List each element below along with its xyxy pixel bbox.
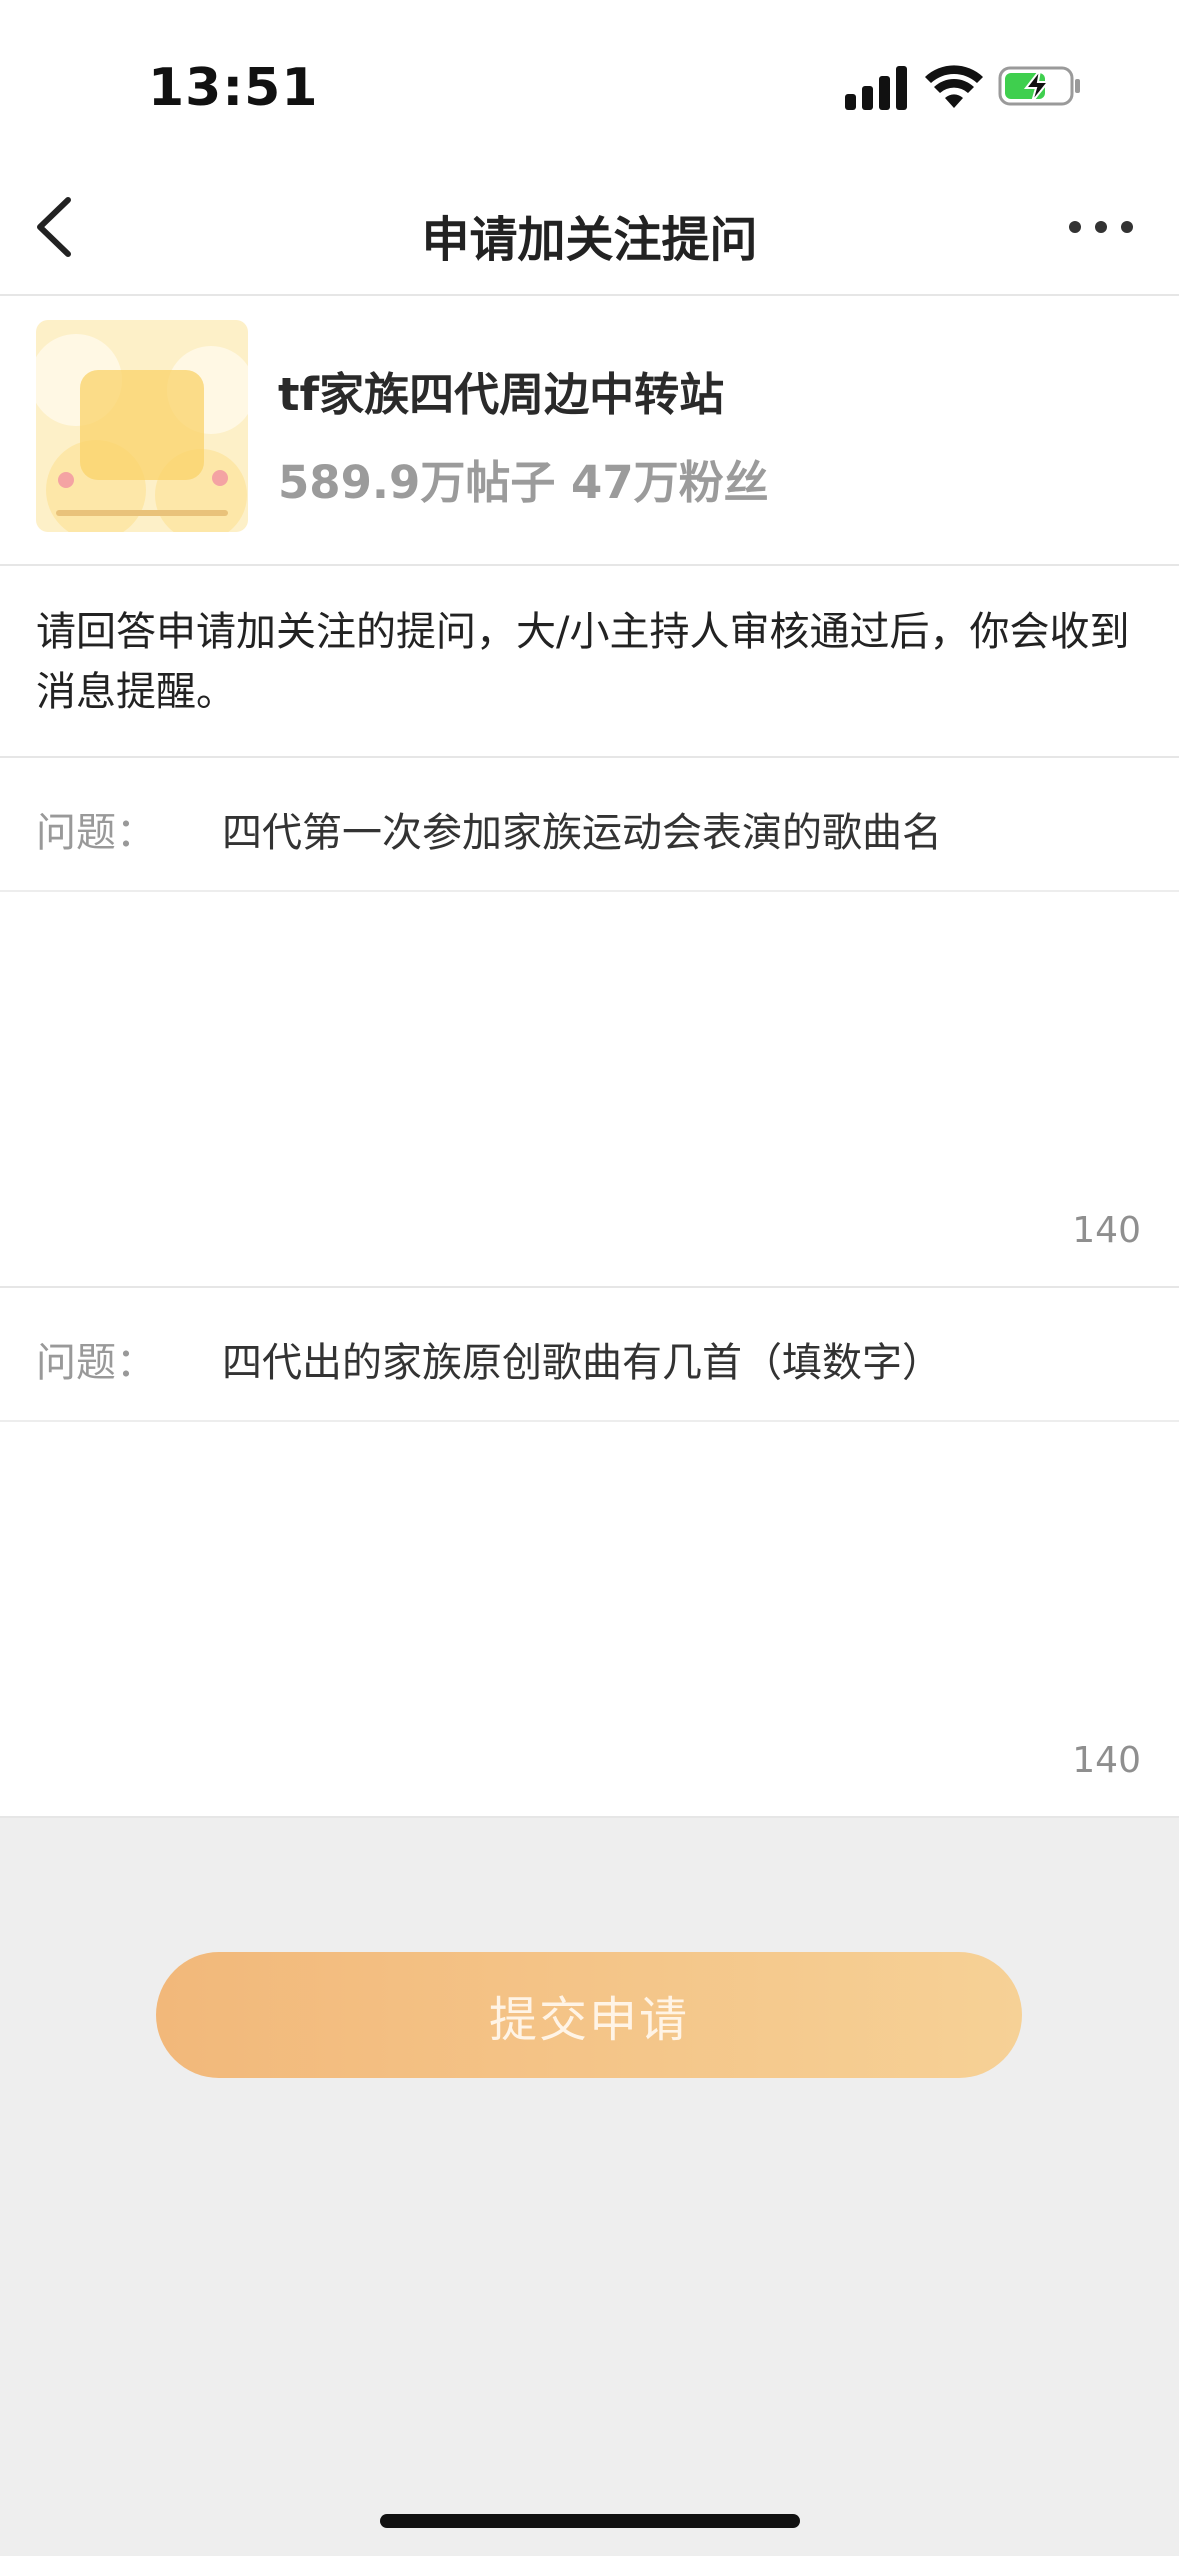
status-bar: 13:51 — [0, 0, 1179, 160]
forum-name: tf家族四代周边中转站 — [278, 368, 725, 421]
forum-stats: 589.9万帖子 47万粉丝 — [278, 456, 769, 509]
question-block-2: 问题： 四代出的家族原创歌曲有几首（填数字） 140 — [0, 1288, 1179, 1818]
page-title: 申请加关注提问 — [421, 212, 758, 268]
status-time: 13:51 — [148, 58, 319, 118]
question-label: 问题： — [36, 1340, 156, 1386]
home-indicator[interactable] — [380, 2514, 800, 2528]
notice-section: 请回答申请加关注的提问，大/小主持人审核通过后，你会收到消息提醒。 — [0, 566, 1179, 758]
cellular-signal-icon — [845, 66, 907, 110]
question-text: 四代出的家族原创歌曲有几首（填数字） — [222, 1340, 942, 1386]
notice-text: 请回答申请加关注的提问，大/小主持人审核通过后，你会收到消息提醒。 — [36, 609, 1130, 715]
nav-bar: 申请加关注提问 — [0, 160, 1179, 296]
char-counter: 140 — [1072, 1740, 1141, 1781]
forum-card[interactable]: tf家族四代周边中转站 589.9万帖子 47万粉丝 — [0, 296, 1179, 566]
question-label: 问题： — [36, 810, 156, 856]
question-header: 问题： 四代第一次参加家族运动会表演的歌曲名 — [0, 758, 1179, 892]
battery-charging-icon — [998, 66, 1080, 106]
answer-input-1[interactable] — [36, 906, 1140, 1190]
submit-button[interactable]: 提交申请 — [156, 1952, 1022, 2078]
forum-avatar — [36, 320, 248, 532]
question-header: 问题： 四代出的家族原创歌曲有几首（填数字） — [0, 1288, 1179, 1422]
answer-input-2[interactable] — [36, 1436, 1140, 1720]
more-dots-icon[interactable] — [1066, 212, 1136, 242]
question-text: 四代第一次参加家族运动会表演的歌曲名 — [222, 810, 942, 856]
char-counter: 140 — [1072, 1210, 1141, 1251]
question-block-1: 问题： 四代第一次参加家族运动会表演的歌曲名 140 — [0, 758, 1179, 1288]
wifi-icon — [925, 65, 983, 108]
